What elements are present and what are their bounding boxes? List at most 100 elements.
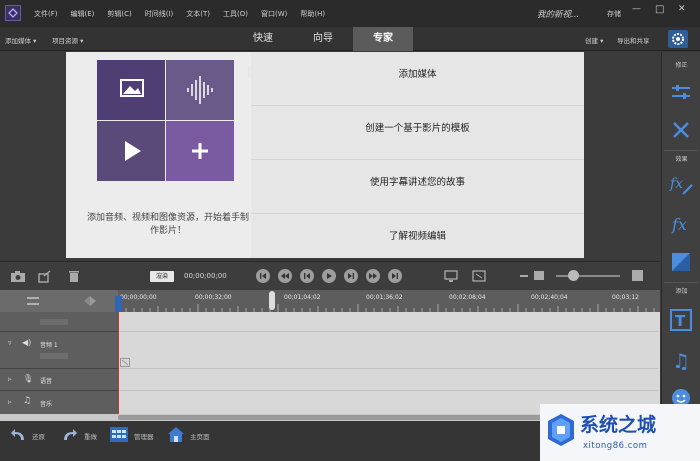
music-icon: ♫ bbox=[672, 349, 690, 373]
fullscreen-icon[interactable] bbox=[472, 270, 486, 283]
zoom-fit-icon[interactable] bbox=[632, 270, 643, 281]
plus-icon bbox=[192, 143, 208, 159]
playhead-line[interactable] bbox=[118, 294, 119, 414]
monitor-icon[interactable] bbox=[444, 270, 458, 283]
track-label: 音频 1 bbox=[40, 342, 58, 349]
add-media-dropdown[interactable]: 添加媒体 ▾ bbox=[5, 35, 36, 45]
menu-text[interactable]: 文本(T) bbox=[186, 9, 210, 19]
fast-forward-button[interactable] bbox=[366, 269, 380, 283]
export-share-button[interactable]: 导出和共享 bbox=[617, 35, 650, 45]
rewind-icon bbox=[281, 273, 289, 279]
track-header-audio-1[interactable]: ▿ ◀) 音频 1 bbox=[0, 332, 118, 369]
welcome-description: 添加音频、视频和图像资源，开始着手制作影片！ bbox=[86, 213, 249, 236]
goto-end-button[interactable] bbox=[388, 269, 402, 283]
camera-icon[interactable] bbox=[10, 270, 26, 283]
redo-button[interactable]: 重做 bbox=[84, 431, 97, 441]
project-assets-dropdown[interactable]: 项目资源 ▾ bbox=[52, 35, 83, 45]
zoom-slider[interactable] bbox=[556, 275, 620, 277]
organizer-button[interactable]: 管理器 bbox=[134, 431, 154, 441]
play-icon bbox=[327, 273, 332, 279]
play-button[interactable] bbox=[322, 269, 336, 283]
video-tile[interactable] bbox=[97, 121, 165, 181]
section-label-add: 添加 bbox=[675, 288, 688, 295]
export-frame-icon[interactable] bbox=[38, 270, 52, 283]
tab-quick[interactable]: 快速 bbox=[233, 27, 293, 51]
rewind-button[interactable] bbox=[278, 269, 292, 283]
tools-button[interactable] bbox=[669, 118, 693, 142]
menu-clip[interactable]: 剪辑(C) bbox=[107, 9, 131, 19]
zoom-slider-handle[interactable] bbox=[568, 270, 579, 281]
music-button[interactable]: ♫ bbox=[669, 348, 693, 373]
expand-toggle-icon[interactable]: ▿ bbox=[8, 339, 12, 347]
main-toolbar: 添加媒体 ▾ 项目资源 ▾ 快速 向导 专家 创建 ▾ 导出和共享 bbox=[0, 27, 700, 51]
redo-icon[interactable] bbox=[60, 427, 78, 443]
track-header-music[interactable]: ▹ ♫ 音乐 bbox=[0, 391, 118, 416]
adjust-button[interactable] bbox=[669, 80, 693, 104]
organizer-icon[interactable] bbox=[109, 426, 129, 443]
menu-help[interactable]: 帮助(H) bbox=[300, 9, 325, 19]
menu-window[interactable]: 窗口(W) bbox=[261, 9, 287, 19]
undo-button[interactable]: 还原 bbox=[32, 431, 45, 441]
track-settings-icon[interactable] bbox=[26, 295, 40, 307]
goto-start-button[interactable] bbox=[256, 269, 270, 283]
step-back-icon bbox=[304, 273, 310, 279]
track-controls[interactable] bbox=[40, 353, 68, 359]
home-icon[interactable] bbox=[167, 426, 185, 443]
option-label: 使用字幕讲述您的故事 bbox=[369, 177, 465, 188]
option-label: 创建一个基于影片的模板 bbox=[365, 123, 470, 134]
step-forward-button[interactable] bbox=[344, 269, 358, 283]
title-button[interactable]: T bbox=[669, 308, 693, 332]
menu-file[interactable]: 文件(F) bbox=[34, 9, 58, 19]
tab-expert[interactable]: 专家 bbox=[353, 27, 413, 51]
svg-text:T: T bbox=[675, 312, 686, 330]
music-note-icon[interactable]: ♫ bbox=[23, 396, 31, 406]
audio-tile[interactable] bbox=[166, 60, 234, 120]
color-button[interactable] bbox=[669, 250, 693, 274]
maximize-button[interactable]: □ bbox=[655, 4, 669, 16]
add-media-tile[interactable] bbox=[166, 121, 234, 181]
expand-toggle-icon[interactable]: ▹ bbox=[8, 375, 12, 383]
app-logo-icon bbox=[5, 5, 21, 21]
audio-wave-icon bbox=[187, 76, 213, 104]
zoom-out-icon[interactable] bbox=[520, 275, 528, 277]
option-learn[interactable]: 了解视频编辑 bbox=[251, 214, 584, 268]
speaker-icon[interactable]: ◀) bbox=[22, 338, 31, 347]
save-button[interactable]: 存储 bbox=[607, 9, 621, 19]
skip-end-icon bbox=[392, 273, 398, 279]
snap-icon[interactable] bbox=[82, 295, 98, 307]
menu-timeline[interactable]: 时间线(I) bbox=[145, 9, 174, 19]
fx-button[interactable]: fx bbox=[669, 212, 693, 236]
trash-icon[interactable] bbox=[68, 270, 80, 283]
create-dropdown[interactable]: 创建 ▾ bbox=[585, 35, 603, 45]
track-lane-voice[interactable] bbox=[118, 369, 658, 391]
option-titles[interactable]: 使用字幕讲述您的故事 bbox=[251, 160, 584, 214]
track-lane-video[interactable] bbox=[118, 312, 658, 332]
gear-icon bbox=[672, 33, 684, 45]
microphone-icon[interactable]: 🎙 bbox=[23, 374, 33, 383]
settings-button[interactable] bbox=[668, 30, 688, 48]
undo-icon[interactable] bbox=[10, 427, 28, 443]
home-screen-button[interactable]: 主页面 bbox=[190, 431, 210, 441]
step-back-button[interactable] bbox=[300, 269, 314, 283]
playhead-handle[interactable] bbox=[115, 296, 122, 312]
render-button[interactable]: 渲染 bbox=[150, 271, 174, 282]
option-template[interactable]: 创建一个基于影片的模板 bbox=[251, 106, 584, 160]
track-header-voice[interactable]: ▹ 🎙 语音 bbox=[0, 369, 118, 391]
expand-toggle-icon[interactable]: ▹ bbox=[8, 398, 12, 406]
image-tile[interactable] bbox=[97, 60, 165, 120]
section-label-adjust: 修正 bbox=[675, 62, 688, 69]
tools-icon bbox=[673, 122, 689, 138]
menu-tools[interactable]: 工具(O) bbox=[223, 9, 248, 19]
title-bar: 文件(F) 编辑(E) 剪辑(C) 时间线(I) 文本(T) 工具(O) 窗口(… bbox=[0, 0, 700, 27]
minimize-button[interactable]: — bbox=[632, 4, 646, 16]
fx-edit-button[interactable]: fx bbox=[669, 172, 693, 196]
work-area-marker[interactable] bbox=[269, 291, 275, 310]
close-button[interactable]: ✕ bbox=[678, 4, 692, 16]
option-add-media[interactable]: 添加媒体 bbox=[251, 52, 584, 106]
track-controls[interactable] bbox=[40, 319, 68, 325]
zoom-in-icon[interactable] bbox=[534, 271, 544, 280]
track-header-video[interactable] bbox=[0, 312, 118, 332]
tab-guided[interactable]: 向导 bbox=[293, 27, 353, 51]
track-lane-audio-1[interactable] bbox=[118, 332, 658, 369]
menu-edit[interactable]: 编辑(E) bbox=[71, 9, 95, 19]
